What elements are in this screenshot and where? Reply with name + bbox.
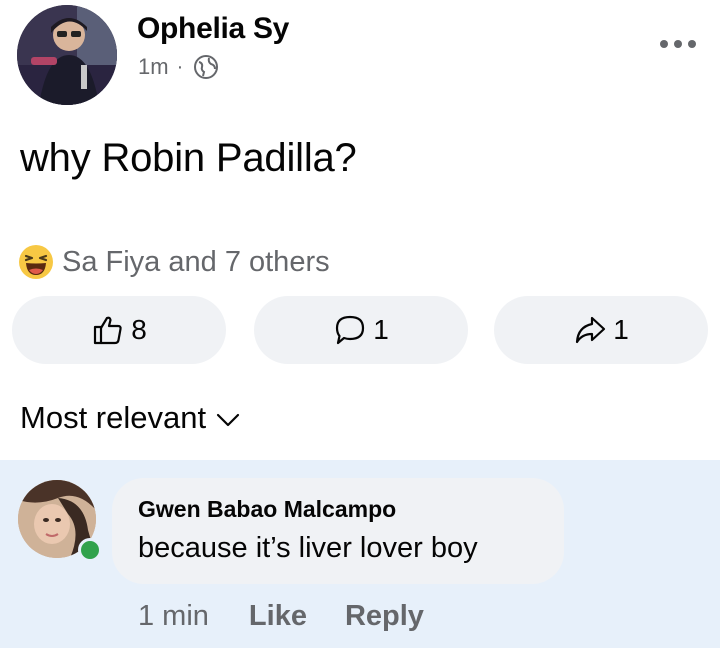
globe-icon xyxy=(194,55,219,79)
chevron-down-icon xyxy=(216,413,240,427)
comment-like-button[interactable]: Like xyxy=(249,600,307,633)
comment-button[interactable]: 1 xyxy=(254,296,468,364)
reactions-text: Sa Fiya and 7 others xyxy=(62,245,330,278)
sort-label: Most relevant xyxy=(20,400,207,435)
share-count: 1 xyxy=(613,314,629,345)
comment-item: Gwen Babao Malcampo because it’s liver l… xyxy=(0,460,720,648)
comment-author[interactable]: Gwen Babao Malcampo xyxy=(138,496,396,523)
comment-meta: 1 min Like Reply xyxy=(138,600,462,633)
thumbs-up-icon xyxy=(94,316,122,345)
reactions-summary[interactable]: Sa Fiya and 7 others xyxy=(18,244,330,280)
online-status-indicator xyxy=(78,538,102,562)
comment-time[interactable]: 1 min xyxy=(138,600,209,633)
post-actions: 8 1 1 xyxy=(12,296,712,364)
comment-count: 1 xyxy=(373,314,389,345)
avatar-image xyxy=(17,5,117,105)
author-name[interactable]: Ophelia Sy xyxy=(137,12,289,46)
post-time[interactable]: 1m xyxy=(138,54,169,80)
post-meta: 1m · xyxy=(138,54,219,80)
share-button[interactable]: 1 xyxy=(494,296,708,364)
meta-separator: · xyxy=(176,55,184,78)
more-options-icon[interactable] xyxy=(656,32,700,56)
post-header: Ophelia Sy 1m · xyxy=(0,0,720,110)
like-count: 8 xyxy=(131,314,147,345)
comment-text: because it’s liver lover boy xyxy=(138,532,478,564)
comment-bubble[interactable]: Gwen Babao Malcampo because it’s liver l… xyxy=(112,478,564,584)
comment-sort-dropdown[interactable]: Most relevant xyxy=(20,400,240,436)
haha-icon xyxy=(19,245,53,279)
comment-icon xyxy=(336,315,365,345)
like-button[interactable]: 8 xyxy=(12,296,226,364)
post-text: why Robin Padilla? xyxy=(20,136,357,180)
comment-reply-button[interactable]: Reply xyxy=(345,600,424,633)
share-icon xyxy=(576,316,606,344)
author-avatar[interactable] xyxy=(17,5,117,105)
